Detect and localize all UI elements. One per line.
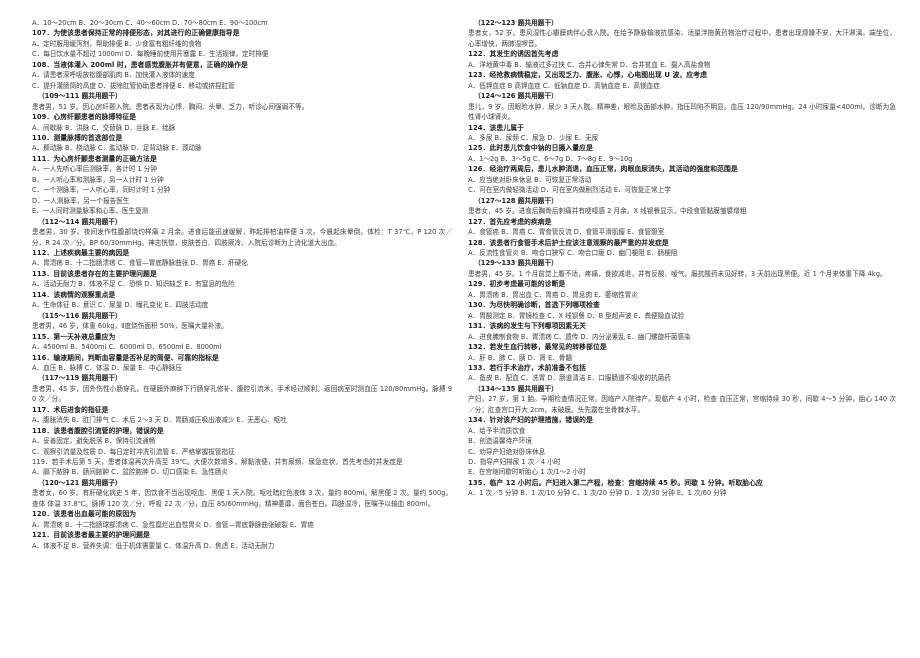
right-column: （122～123 题共用题干） 患者女，52 岁。患风湿性心瓣膜病伴心衰入院。在给… [460, 18, 906, 650]
q109-stem: 109．心房纤颤患者的脉搏特征是 [32, 113, 137, 122]
q134-stem: 134．针对该产妇的护理措施，错误的是 [468, 416, 593, 425]
q113-options: A．活动无耐力 B．体液不足 C．恐惧 D．知识缺乏 E．有窒息的危险 [32, 280, 235, 289]
q111-option-a: A．一人先听心率后测脉率，各计时 1 分钟 [32, 165, 157, 174]
exam-page: A．10～20cm B．20～30cm C．40～60cm D．70～80cm … [0, 0, 920, 658]
q128-stem: 128．该患者行食管手术后护士应该注意观察的最严重的并发症是 [468, 238, 669, 247]
q134-option-b: B．创造温馨待产环境 [468, 437, 532, 446]
q118-options-row2: C．观察引流量及性质 D．每日定时冲洗引流管 E．严格掌握拔管指征 [32, 447, 235, 456]
q119-stem-plain: 119．若手术后第 5 天，患者体温再次升高至 39℃。大便次数增多，解黏液便，… [32, 458, 403, 467]
case-129-133: 患者男，45 岁。1 个月前觉上腹不适，疼痛，食欲减退，并有反酸、嗳气。服抗酸药… [468, 269, 887, 278]
left-column: A．10～20cm B．20～30cm C．40～60cm D．70～80cm … [14, 18, 460, 650]
q132-stem: 132．若发生血行转移，最常见的转移部位是 [468, 343, 607, 352]
group-117-119-header: （117～119 题共用题干） [38, 374, 122, 383]
case-117-119: 患者男，45 岁，因外伤性小肠穿孔。在硬膜外麻醉下行肠穿孔修补、腹腔引流术。手术… [32, 384, 453, 404]
q132-options: A．肝 B．肺 C．胰 D．肾 E．骨髓 [468, 353, 572, 362]
q125-stem: 125．此时患儿饮食中钠的日摄入量应是 [468, 144, 593, 153]
q117-stem: 117．术后进食的指征是 [32, 405, 109, 414]
q133-stem: 133．若行手术治疗，术前准备不包括 [468, 363, 587, 372]
q107-options-row2: C．每日饮水量不超过 1000ml D．每晚睡前使用开塞露 E．生活规律，定时排… [32, 50, 269, 59]
q108-options-row2: C．提升灌肠筒的高度 D．拔除肛管协助患者排便 E．移动或挤捏肛管 [32, 81, 235, 90]
q126-options-row1: A．应当绝对卧床休息 B．可恢复正常活动 [468, 175, 592, 184]
q121-options: A．体液不足 B．营养失调：低于机体需要量 C．体温升高 D．焦虑 E．活动无耐… [32, 541, 275, 550]
q128-options: A．反流性食管炎 B．吻合口狭窄 C．吻合口瘘 D．幽门梗阻 E．肠梗阻 [468, 248, 678, 257]
q111-option-e: E．一人同时测量脉率和心率，医生复测 [32, 207, 149, 216]
q116-stem: 116．输液期间，判断血容量是否补足的简便、可靠的指标是 [32, 353, 219, 362]
q111-option-c: C．一个测脉率，一人听心率，同时计时 1 分钟 [32, 186, 171, 195]
q119-options: A．膈下脓肿 B．肠间脓肿 C．盆腔脓肿 D．切口感染 E．急性肠炎 [32, 468, 229, 477]
q118-options-row1: A．妥善固定，避免脱落 B．保持引流通畅 [32, 437, 156, 446]
q134-option-a: A．给予半流质饮食 [468, 426, 526, 435]
q115-stem: 115．第一天补液总量应为 [32, 332, 116, 341]
q110-stem: 110．测量脉搏的首选部位是 [32, 133, 123, 142]
q111-option-d: D．一人测脉率，另一个报告医生 [32, 196, 130, 205]
q111-option-b: B．一人听心率和测脉率，另一人计时 1 分钟 [32, 175, 164, 184]
q111-stem: 111．为心房纤颤患者测量的正确方法是 [32, 154, 157, 163]
q127-stem: 127．首先应考虑的疾病是 [468, 217, 552, 226]
q114-stem: 114．该病情的观察重点是 [32, 290, 116, 299]
q112-options: A．胃溃疡 B．十二指肠溃疡 C．食管—胃底静脉曲张 D．胃癌 E．肝硬化 [32, 259, 248, 268]
q108-options-row1: A．请患者深呼吸放松腹部肌肉 B．加快灌入液体的速度 [32, 71, 195, 80]
case-122-123: 患者女，52 岁。患风湿性心瓣膜病伴心衰入院。在给予静脉输液抗感染、适量泮拖黄药… [468, 29, 896, 48]
q131-options: A．进食腌制食物 B．胃溃疡 C．遗传 D．内分泌紊乱 E．幽门螺旋杆菌感染 [468, 332, 691, 341]
q122-stem: 122．其发生的诱因首先考虑 [468, 50, 559, 59]
q117-options: A．腹胀消失 B．肛门排气 C．术后 2～3 天 D．胃肠减压吸出液减少 E．无… [32, 416, 287, 425]
q107-stem: 107．为使该患者保持正常的排便形态，对其进行的正确健康指导是 [32, 29, 240, 38]
q120-stem: 120．该患者出血最可能的原因为 [32, 510, 137, 519]
q126-stem: 126．经治疗两周后，患儿水肿消退，血压正常，肉眼血尿消失，其活动的强度和范围是 [468, 165, 738, 174]
q134-option-e: E．在宫缩间歇时听胎心 1 次/1～2 小时 [468, 468, 586, 477]
q121-stem: 121．目前该患者最主要的护理问题是 [32, 531, 150, 540]
q120-options: A．胃溃疡 B．十二指肠球部溃疡 C．急性糜烂出血性胃炎 D．食管—胃底静脉曲张… [32, 520, 314, 529]
group-124-126-header: （124～126 题共用题干） [474, 92, 558, 101]
q108-stem: 108．当液体灌入 200ml 时，患者感觉腹胀并有便意，正确的操作是 [32, 60, 248, 69]
q126-options-row2: C．可在室内做轻微活动 D．可在室内做剧烈活动 E．可恢复正常上学 [468, 186, 671, 195]
group-127-128-header: （127～128 题共用题干） [474, 196, 558, 205]
q134-option-d: D．指导产妇排尿 1 次／4 小时 [468, 458, 561, 467]
q112-stem: 112．上述疾病最主要的病因是 [32, 248, 130, 257]
group-120-121-header: （120～121 题共用题子） [38, 478, 122, 487]
case-115-116: 患者男，46 岁，体重 60kg，Ⅱ度烧伤面积 50%，医嘱大量补液。 [32, 322, 228, 331]
q124-options: A．多尿 B．尿频 C．尿急 D．少尿 E．无尿 [468, 133, 599, 142]
q109-options: A．间歇脉 B．洪脉 C．交替脉 D．丝脉 E．绌脉 [32, 123, 176, 132]
q134-option-c: C．劝导产妇绝对卧床休息 [468, 447, 546, 456]
case-127-128: 患者女，45 岁。进食后胸骨后刺痛并有哽噎感 2 月余。X 线钡餐显示，中段食管… [468, 207, 747, 216]
q107-options-row1: A．定时服用缓泻剂，帮助排便 B．少食富有粗纤维的食物 [32, 39, 202, 48]
q127-options: A．食管癌 B．胃癌 C．胃食管反流 D．食管平滑肌瘤 E．食管憩室 [468, 228, 665, 237]
case-134-135: 产妇，27 岁，第 1 胎。孕期检查情况正常。因临产入院待产。现临产 4 小时，… [468, 395, 896, 414]
q106-options: A．10～20cm B．20～30cm C．40～60cm D．70～80cm … [32, 19, 268, 27]
q131-stem: 131．该病的发生与下列哪项因素无关 [468, 322, 587, 331]
q118-stem: 118．该患者腹腔引流管的护理，错误的是 [32, 426, 164, 435]
q110-options: A．颞动脉 B．桡动脉 C．肱动脉 D．足背动脉 E．颈动脉 [32, 144, 202, 153]
group-115-116-header: （115～116 题共用题干） [38, 311, 122, 320]
q125-options: A．1～2g B．3～5g C．6～7g D．7～8g E．9～10g [468, 154, 633, 163]
q115-options: A．4500ml B．5400ml C．6000ml D．6500ml E．80… [32, 343, 222, 352]
q130-options: A．胃酸测定 B．胃镜检查 C．X 线钡餐 D．B 型超声波 E．粪便隐血试验 [468, 311, 685, 320]
group-134-135-header: （134～135 题共用题干） [474, 384, 558, 393]
q129-options: A．胃溃疡 B．胃出血 C．胃癌 D．胃息肉 E．萎缩性胃炎 [468, 290, 638, 299]
q122-options: A．洋地黄中毒 B．输液过多过快 C．合并心律失常 D．合并贫血 E．摄入高盐食… [468, 60, 711, 69]
group-109-111-header: （109～111 题共用题干） [38, 92, 122, 101]
q130-stem: 130．为尽快明确诊断，首选下列哪项检查 [468, 301, 600, 310]
q135-stem: 135．临产 12 小时后。产妇进入第二产程，检查：宫缩持续 45 秒。间歇 1… [468, 478, 763, 487]
q123-stem: 123．经抢救病情稳定，又出现乏力、腹胀、心悸，心电图出现 U 波，应考虑 [468, 71, 707, 80]
group-112-114-header: （112～114 题共用题干） [38, 217, 122, 226]
q135-options: A．1 次／5 分钟 B．1 次/10 分钟 C．1 次/20 分钟 D．1 次… [468, 489, 727, 498]
q114-options: A．生命体征 B．意识 C．尿量 D．瞳孔变化 E．四肢活动度 [32, 301, 209, 310]
case-120-121: 患者女，60 岁。有肝硬化病史 5 年，因饮食不当出现呕血、黑便 1 天入院。呕… [32, 489, 453, 508]
case-124-126: 患儿，9 岁。因眼睑水肿，尿少 3 天入院。精神差，眼睑及面部水肿，指压凹陷不明… [468, 102, 896, 122]
q123-options: A．低钾血症 B 高钾血症 C．低钠血症 D．高钠血症 E．高镁血症 [468, 81, 660, 90]
q124-stem: 124．该患儿属于 [468, 123, 524, 132]
q133-options: A．备皮 B．配血 C．洗胃 D．肠道清洁 E．口服肠道不吸收的抗菌药 [468, 374, 671, 383]
q116-options: A．血压 B．脉搏 C．体温 D．尿量 E．中心静脉压 [32, 363, 182, 372]
group-129-133-header: （129～133 题共用题干） [474, 259, 558, 268]
case-112-114: 患者男，30 岁。夜间发作性腹部烧灼样痛 2 月余。进食后能迅速缓解，昨起排柏油… [32, 228, 453, 247]
q113-stem: 113．目前该患者存在的主要护理问题是 [32, 269, 157, 278]
group-122-123-header: （122～123 题共用题干） [474, 19, 558, 27]
case-109-111: 患者男，51 岁。因心房纤颤入院。患者表现为心悸、胸闷、头晕、乏力，听诊心间强弱… [32, 102, 309, 111]
q129-stem: 129．初步考虑最可能的诊断是 [468, 280, 566, 289]
